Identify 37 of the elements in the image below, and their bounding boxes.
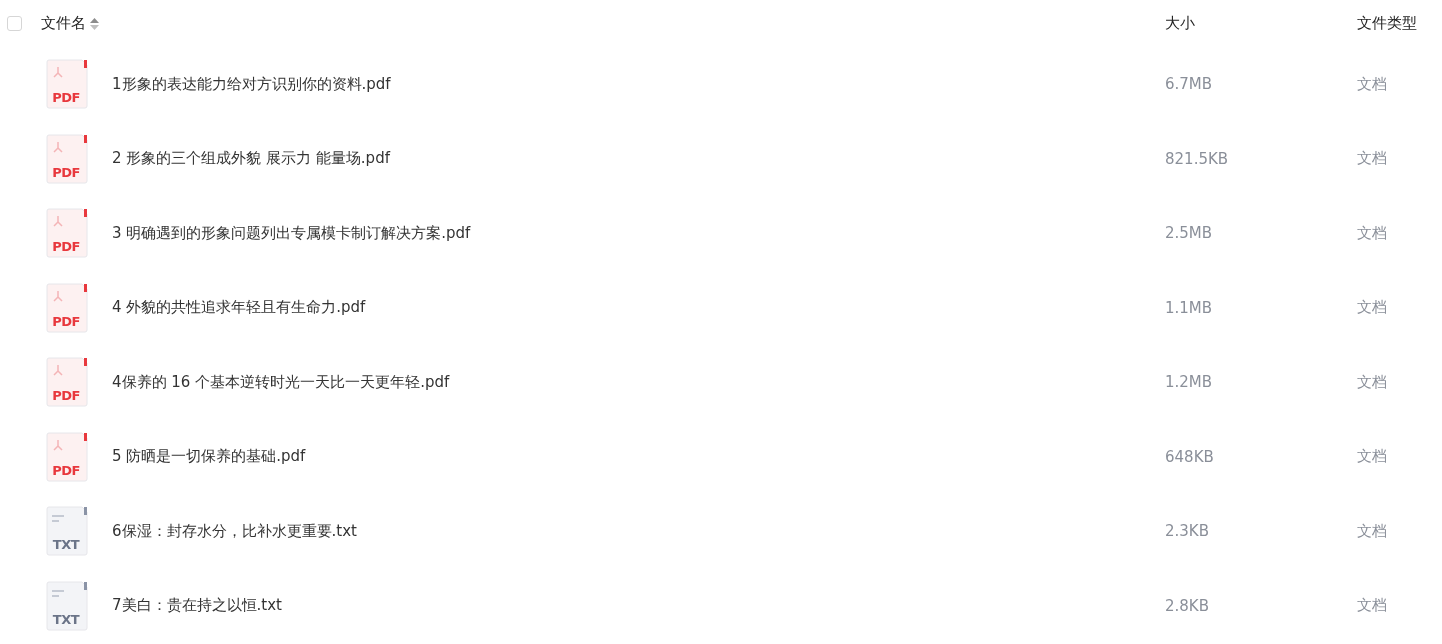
file-name[interactable]: 1形象的表达能力给对方识别你的资料.pdf <box>112 74 391 94</box>
pdf-file-icon: PDF <box>46 59 88 110</box>
file-type: 文档 <box>1357 596 1388 616</box>
file-size: 6.7MB <box>1165 75 1214 94</box>
column-header[interactable]: 文件名 <box>41 14 86 33</box>
file-type: 文档 <box>1357 298 1388 318</box>
text-file-icon: TXT <box>46 506 88 557</box>
file-size: 2.5MB <box>1165 224 1214 243</box>
file-name[interactable]: 4 外貌的共性追求年轻且有生命力.pdf <box>112 298 366 318</box>
file-name[interactable]: 7美白：贵在持之以恒.txt <box>112 596 282 616</box>
file-size: 2.8KB <box>1165 596 1210 615</box>
column-header: 大小 <box>1165 14 1196 33</box>
pdf-file-icon: PDF <box>46 282 88 333</box>
pdf-file-icon: PDF <box>46 357 88 408</box>
pdf-file-icon: PDF <box>46 431 88 482</box>
file-size: 648KB <box>1165 447 1215 466</box>
file-type: 文档 <box>1357 447 1388 467</box>
file-type: 文档 <box>1357 223 1388 243</box>
column-header: 文件类型 <box>1357 14 1418 33</box>
file-type: 文档 <box>1357 521 1388 541</box>
file-size: 821.5KB <box>1165 149 1230 168</box>
file-name[interactable]: 6保湿：封存水分，比补水更重要.txt <box>112 521 357 541</box>
pdf-file-icon: PDF <box>46 133 88 184</box>
file-name[interactable]: 5 防晒是一切保养的基础.pdf <box>112 447 306 467</box>
file-name[interactable]: 2 形象的三个组成外貌 展示力 能量场.pdf <box>112 149 390 169</box>
file-name[interactable]: 3 明确遇到的形象问题列出专属模卡制订解决方案.pdf <box>112 223 471 243</box>
select-all-checkbox[interactable] <box>7 16 22 31</box>
file-size: 2.3KB <box>1165 522 1210 541</box>
file-type: 文档 <box>1357 74 1388 94</box>
file-type: 文档 <box>1357 149 1388 169</box>
file-size: 1.2MB <box>1165 373 1214 392</box>
file-size: 1.1MB <box>1165 298 1214 317</box>
text-file-icon: TXT <box>46 580 88 631</box>
sort-icon[interactable] <box>90 17 99 30</box>
file-type: 文档 <box>1357 372 1388 392</box>
pdf-file-icon: PDF <box>46 208 88 259</box>
file-name[interactable]: 4保养的 16 个基本逆转时光一天比一天更年轻.pdf <box>112 372 450 392</box>
